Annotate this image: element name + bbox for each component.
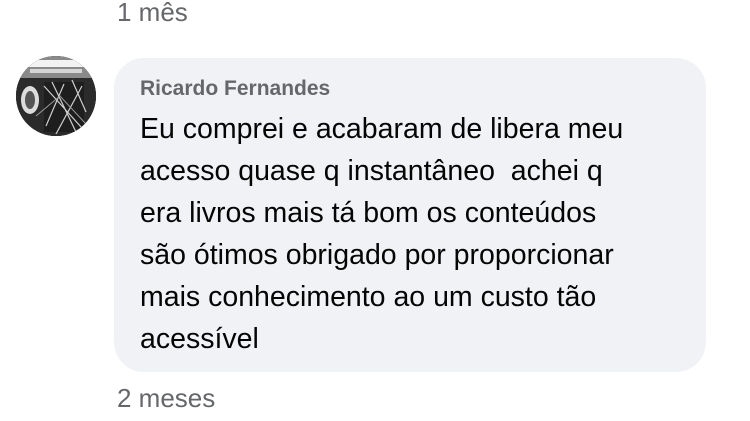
comment-text-line: era livros mais tá bom os conteúdos	[140, 197, 597, 229]
comment-author[interactable]: Ricardo Fernandes	[140, 74, 680, 104]
comment-text: Eu comprei e acabaram de libera meu aces…	[140, 108, 680, 360]
comment-timestamp[interactable]: 2 meses	[117, 381, 215, 415]
avatar[interactable]	[16, 56, 96, 136]
comment-text-line: Eu comprei e acabaram de libera meu	[140, 113, 624, 145]
comment-text-line: acesso quase q instantâneo achei q	[140, 155, 603, 187]
comment-bubble[interactable]: Ricardo Fernandes Eu comprei e acabaram …	[114, 58, 706, 372]
comment-text-line: mais conhecimento ao um custo tão	[140, 281, 597, 313]
previous-comment-timestamp[interactable]: 1 mês	[117, 0, 188, 28]
comment-text-line: acessível	[140, 323, 259, 355]
comment-text-line: são ótimos obrigado por proporcionar	[140, 239, 614, 271]
avatar-photo-icon	[16, 56, 96, 136]
